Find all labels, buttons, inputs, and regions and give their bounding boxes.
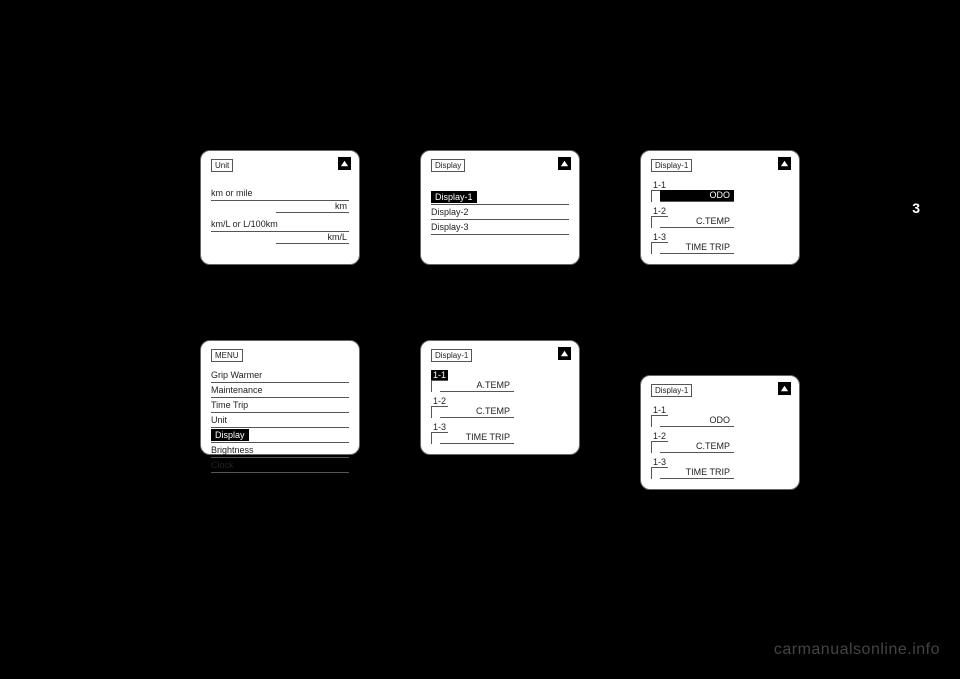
panel-tag: Display-1: [651, 159, 692, 172]
menu-item-display: Display: [211, 428, 349, 443]
up-arrow-icon: [778, 157, 791, 170]
slot-1: 1-1 A.TEMP: [431, 370, 569, 392]
unit-row-distance: km or mile: [211, 186, 349, 201]
panel-display1-a: Display-1 1-1 ODO 1-2 C.TEMP 1-3 TIME TR…: [640, 150, 800, 265]
slot-value: C.TEMP: [660, 441, 734, 453]
menu-item-brightness: Brightness: [211, 443, 349, 458]
panel-display1-b: Display-1 1-1 A.TEMP 1-2 C.TEMP 1-3 TIME…: [420, 340, 580, 455]
menu-item-maintenance: Maintenance: [211, 383, 349, 398]
unit-value-fuel: km/L: [276, 232, 349, 244]
menu-item-grip-warmer: Grip Warmer: [211, 368, 349, 383]
panel-tag: Display-1: [431, 349, 472, 362]
slot-value: TIME TRIP: [440, 432, 514, 444]
panel-unit: Unit km or mile km km/L or L/100km km/L: [200, 150, 360, 265]
menu-item-unit: Unit: [211, 413, 349, 428]
menu-item-time-trip: Time Trip: [211, 398, 349, 413]
slot-1: 1-1 ODO: [651, 180, 789, 202]
up-arrow-icon: [778, 382, 791, 395]
slot-value: ODO: [660, 190, 734, 202]
slot-value: A.TEMP: [440, 380, 514, 392]
slot-value: TIME TRIP: [660, 467, 734, 479]
display-option-2: Display-2: [431, 205, 569, 220]
slot-value: TIME TRIP: [660, 242, 734, 254]
up-arrow-icon: [558, 157, 571, 170]
panel-menu: MENU Grip Warmer Maintenance Time Trip U…: [200, 340, 360, 455]
slot-2: 1-2 C.TEMP: [431, 396, 569, 418]
unit-row-fuel: km/L or L/100km: [211, 217, 349, 232]
up-arrow-icon: [338, 157, 351, 170]
panel-display: Display Display-1 Display-2 Display-3: [420, 150, 580, 265]
up-arrow-icon: [558, 347, 571, 360]
slot-3: 1-3 TIME TRIP: [651, 457, 789, 479]
slot-value: C.TEMP: [660, 216, 734, 228]
menu-item-clock: Clock: [211, 458, 349, 473]
slot-2: 1-2 C.TEMP: [651, 431, 789, 453]
slot-2: 1-2 C.TEMP: [651, 206, 789, 228]
slot-1: 1-1 ODO: [651, 405, 789, 427]
panel-row-1: Unit km or mile km km/L or L/100km km/L …: [0, 150, 960, 265]
panel-display1-c: Display-1 1-1 ODO 1-2 C.TEMP 1-3 TIME TR…: [640, 375, 800, 490]
display-option-1: Display-1: [431, 190, 569, 205]
panel-tag: Unit: [211, 159, 233, 172]
slot-value: C.TEMP: [440, 406, 514, 418]
panel-tag: Display-1: [651, 384, 692, 397]
slot-3: 1-3 TIME TRIP: [431, 422, 569, 444]
panel-row-2: MENU Grip Warmer Maintenance Time Trip U…: [0, 340, 960, 490]
unit-value-distance: km: [276, 201, 349, 213]
slot-3: 1-3 TIME TRIP: [651, 232, 789, 254]
panel-tag: MENU: [211, 349, 243, 362]
display-option-3: Display-3: [431, 220, 569, 235]
watermark-text: carmanualsonline.info: [774, 641, 940, 659]
slot-value: ODO: [660, 415, 734, 427]
panel-tag: Display: [431, 159, 465, 172]
